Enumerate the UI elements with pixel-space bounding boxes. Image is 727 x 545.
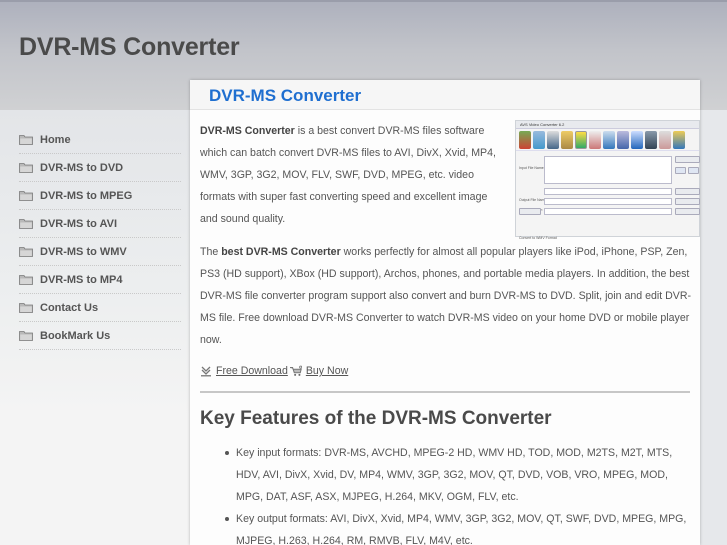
sidebar-item-label: DVR-MS to MPEG [40,189,133,202]
folder-icon [19,135,33,145]
sidebar-item-label: DVR-MS to DVD [40,161,124,174]
folder-icon [19,191,33,201]
intro-text: is a best convert DVR-MS files software … [200,125,496,225]
intro-paragraph: DVR-MS Converter is a best convert DVR-M… [200,120,502,230]
folder-icon [19,275,33,285]
folder-icon [19,219,33,229]
sidebar-item-label: DVR-MS to WMV [40,245,127,258]
article-body: AVS Video Converter 6.2 Input File Name: [200,120,700,545]
sidebar-item-dvr-ms-to-wmv[interactable]: DVR-MS to WMV [19,238,181,266]
download-icon [201,366,211,377]
action-links: Free Download Buy Now [200,360,692,382]
intro-bold: DVR-MS Converter [200,125,295,137]
free-download-link[interactable]: Free Download [216,360,288,382]
description-paragraph: The best DVR-MS Converter works perfectl… [200,241,692,351]
p2-text: works perfectly for almost all popular p… [200,246,692,346]
sidebar-nav: Home DVR-MS to DVD DVR-MS to MPEG DVR-MS to… [19,126,181,350]
screenshot-toolbar [516,129,699,151]
folder-icon [19,303,33,313]
sidebar-item-contact-us[interactable]: Contact Us [19,294,181,322]
right-margin [700,110,727,545]
sidebar-item-label: DVR-MS to MP4 [40,273,123,286]
sidebar-item-dvr-ms-to-dvd[interactable]: DVR-MS to DVD [19,154,181,182]
feature-item: Key output formats: AVI, DivX, Xvid, MP4… [225,508,692,545]
folder-icon [19,331,33,341]
features-list: Key input formats: DVR-MS, AVCHD, MPEG-2… [200,442,692,545]
page-title: DVR-MS Converter [209,86,362,105]
content-title-bar: DVR-MS Converter [190,80,700,110]
sidebar-item-label: Contact Us [40,301,99,314]
sidebar-item-label: DVR-MS to AVI [40,217,117,230]
sidebar: Home DVR-MS to DVD DVR-MS to MPEG DVR-MS to… [0,110,190,545]
features-heading: Key Features of the DVR-MS Converter [200,408,552,429]
sidebar-item-label: Home [40,133,71,146]
shopping-cart-icon [289,365,302,376]
p2-bold: best DVR-MS Converter [221,246,341,258]
buy-now-link[interactable]: Buy Now [306,360,348,382]
product-screenshot[interactable]: AVS Video Converter 6.2 Input File Name: [515,120,700,240]
sidebar-item-bookmark-us[interactable]: BookMark Us [19,322,181,350]
feature-item: Key input formats: DVR-MS, AVCHD, MPEG-2… [225,442,692,508]
sidebar-item-dvr-ms-to-mp4[interactable]: DVR-MS to MP4 [19,266,181,294]
screenshot-titlebar: AVS Video Converter 6.2 [516,121,699,129]
section-divider [200,391,690,393]
sidebar-item-dvr-ms-to-avi[interactable]: DVR-MS to AVI [19,210,181,238]
main-content: DVR-MS Converter AVS Video Converter 6.2… [190,80,700,545]
site-title: DVR-MS Converter [19,33,240,61]
folder-icon [19,163,33,173]
sidebar-item-label: BookMark Us [40,329,111,342]
folder-icon [19,247,33,257]
p2-prefix: The [200,246,222,258]
sidebar-item-dvr-ms-to-mpeg[interactable]: DVR-MS to MPEG [19,182,181,210]
sidebar-item-home[interactable]: Home [19,126,181,154]
